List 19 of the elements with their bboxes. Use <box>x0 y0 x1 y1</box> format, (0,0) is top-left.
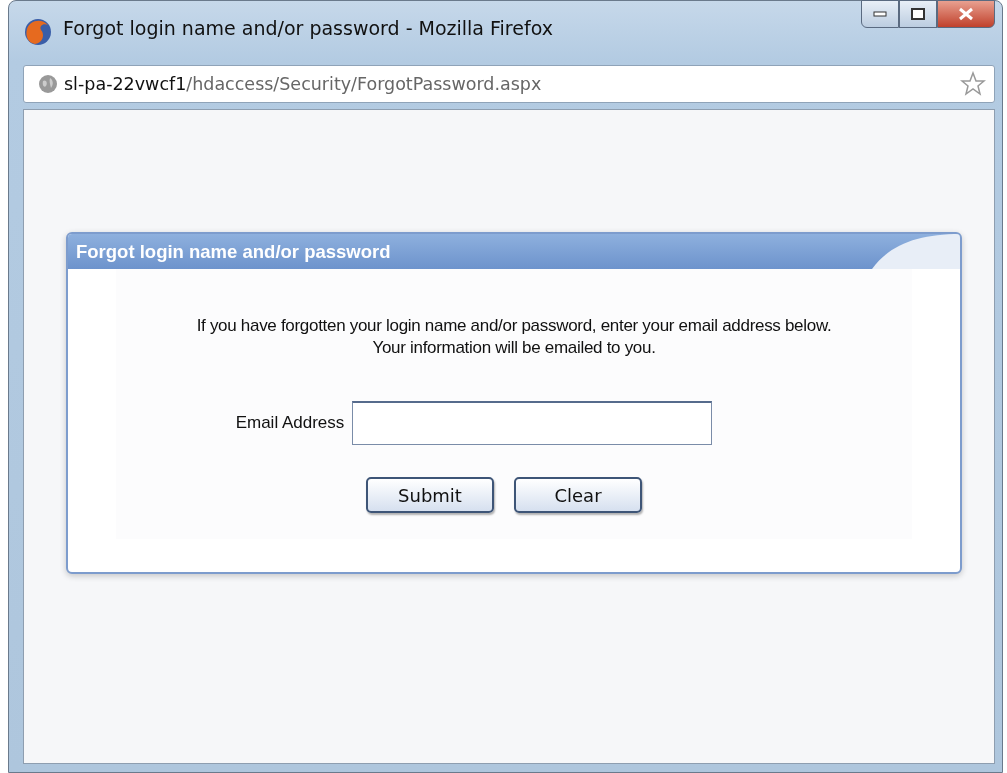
panel-title: Forgot login name and/or password <box>75 240 391 263</box>
url-host: sl-pa-22vwcf1 <box>64 74 187 94</box>
globe-icon <box>38 74 58 94</box>
email-field[interactable] <box>352 401 713 445</box>
email-label: Email Address <box>235 413 345 433</box>
instructions-text: If you have forgotten your login name and/or password, enter your email address below. Your information will be emailed to you. <box>196 315 832 359</box>
firefox-logo-icon <box>23 17 53 47</box>
star-icon[interactable] <box>960 71 986 97</box>
minimize-button[interactable] <box>861 0 899 28</box>
submit-button[interactable]: Submit <box>366 477 494 513</box>
clear-button[interactable]: Clear <box>514 477 642 513</box>
window-title: Forgot login name and/or password - Mozilla Firefox <box>63 17 553 39</box>
minimize-icon <box>873 11 887 17</box>
url-path: /hdaccess/Security/ForgotPassword.aspx <box>186 74 542 94</box>
close-button[interactable] <box>937 0 995 28</box>
maximize-icon <box>911 8 925 20</box>
address-bar[interactable]: sl-pa-22vwcf1/hdaccess/Security/ForgotPassword.aspx <box>23 65 995 103</box>
close-icon <box>958 7 974 21</box>
maximize-button[interactable] <box>899 0 937 28</box>
